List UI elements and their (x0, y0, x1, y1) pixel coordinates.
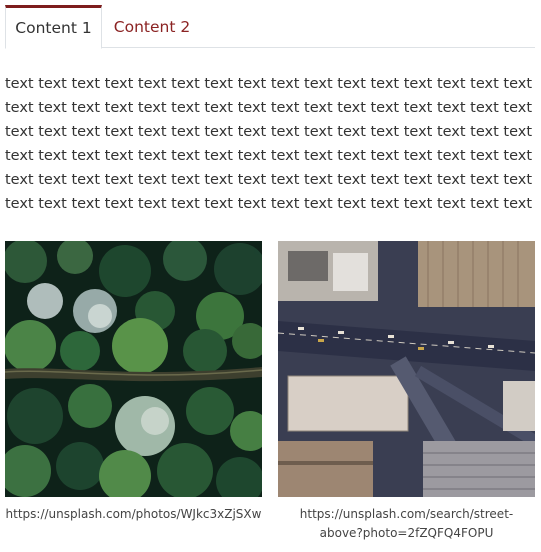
text-line: text text text text text text text text … (5, 172, 533, 188)
forest-photo (5, 241, 262, 497)
caption-line: above?photo=2fZQFQ4FOPU (319, 526, 494, 540)
photo-caption[interactable]: https://unsplash.com/photos/WJkc3xZjSXw (5, 505, 262, 524)
tab-content-2[interactable]: Content 2 (102, 5, 202, 48)
text-line: text text text text text text text text … (5, 196, 533, 212)
city-photo (278, 241, 535, 497)
text-line: text text text text text text text text … (5, 100, 533, 116)
caption-line: https://unsplash.com/search/street- (299, 507, 514, 521)
tab-bar: Content 1 Content 2 (5, 5, 535, 49)
text-line: text text text text text text text text … (5, 148, 533, 164)
tab-panel-content: text text text text text text text text … (5, 72, 535, 216)
text-line: text text text text text text text text … (5, 76, 533, 92)
text-line: text text text text text text text text … (5, 124, 533, 140)
photo-caption[interactable]: https://unsplash.com/search/street- abov… (278, 505, 535, 543)
figure-forest: https://unsplash.com/photos/WJkc3xZjSXw (5, 241, 262, 524)
figure-city: https://unsplash.com/search/street- abov… (278, 241, 535, 543)
tab-content-1[interactable]: Content 1 (5, 5, 102, 49)
